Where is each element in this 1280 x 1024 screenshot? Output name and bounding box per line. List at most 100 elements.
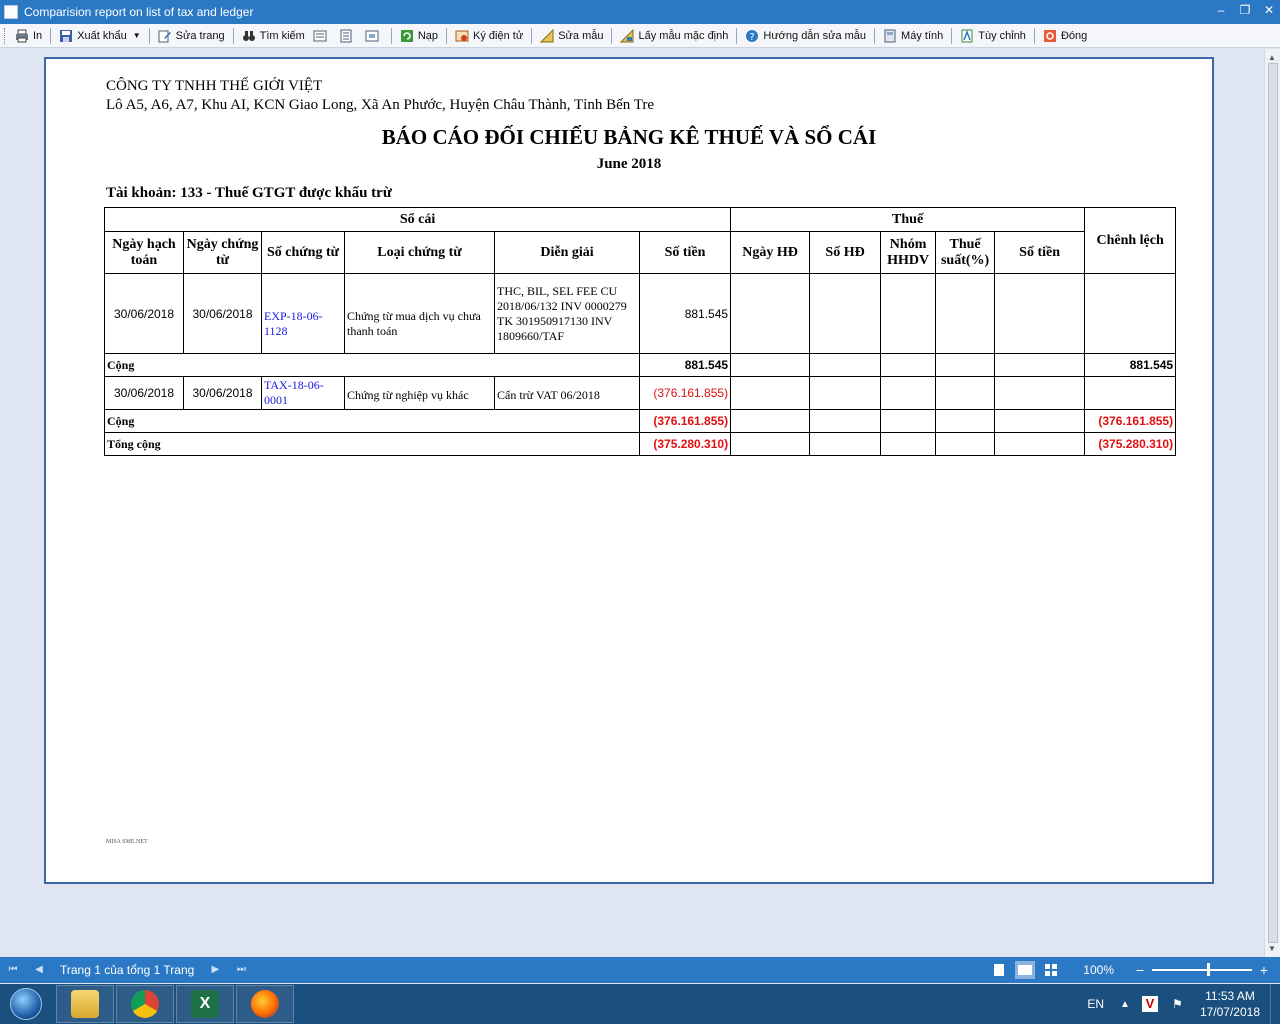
voucher-date-cell: 30/06/2018 bbox=[183, 376, 262, 410]
fit-view-button[interactable] bbox=[361, 26, 387, 46]
last-page-icon[interactable]: ⏭ bbox=[234, 963, 248, 977]
app-icon bbox=[4, 5, 18, 19]
total-row: Tổng cộng (375.280.310) (375.280.310) bbox=[104, 432, 1177, 456]
system-tray: EN ▲ V ⚑ 11:53 AM 17/07/2018 bbox=[1087, 984, 1280, 1024]
start-button[interactable] bbox=[4, 985, 48, 1023]
tax-amount-cell bbox=[994, 273, 1086, 354]
toolbar-separator bbox=[232, 27, 234, 44]
windows-logo-icon bbox=[10, 988, 42, 1020]
show-desktop-button[interactable] bbox=[1270, 984, 1280, 1024]
taskbar-app-explorer[interactable] bbox=[56, 985, 114, 1023]
subtotal-row: Cộng (376.161.855) (376.161.855) bbox=[104, 409, 1177, 433]
page-width-view-button[interactable] bbox=[335, 26, 361, 46]
first-page-icon[interactable]: ⏮ bbox=[6, 963, 20, 977]
close-window-icon[interactable]: ✕ bbox=[1262, 3, 1276, 17]
description-cell: Cấn trừ VAT 06/2018 bbox=[494, 376, 640, 410]
template-help-label: Hướng dẫn sửa mẫu bbox=[763, 29, 867, 42]
edit-page-button[interactable]: Sửa trang bbox=[154, 26, 229, 46]
language-indicator[interactable]: EN bbox=[1087, 997, 1104, 1011]
show-hidden-icons-icon[interactable]: ▲ bbox=[1120, 999, 1130, 1010]
printer-icon bbox=[15, 29, 29, 43]
edit-page-label: Sửa trang bbox=[175, 29, 225, 42]
digital-sign-button[interactable]: Ký điện tử bbox=[451, 26, 527, 46]
report-table: Sổ cái Thuế Chênh lệch Ngày hạch toán Ng… bbox=[103, 207, 1177, 456]
subtotal-row: Cộng 881.545 881.545 bbox=[104, 353, 1177, 377]
digital-sign-icon bbox=[455, 29, 469, 43]
dropdown-arrow-icon[interactable]: ▼ bbox=[133, 31, 141, 40]
template-help-button[interactable]: ? Hướng dẫn sửa mẫu bbox=[741, 26, 870, 46]
toolbar-grip[interactable] bbox=[4, 27, 7, 44]
reload-button[interactable]: Nạp bbox=[396, 26, 442, 46]
voucher-no-link[interactable]: TAX-18-06-0001 bbox=[261, 376, 345, 410]
next-page-icon[interactable]: ▶ bbox=[208, 963, 222, 977]
subtotal-label: Cộng bbox=[104, 353, 640, 377]
header-voucher-date: Ngày chứng từ bbox=[183, 231, 262, 274]
export-button[interactable]: Xuất khẩu ▼ bbox=[55, 26, 144, 46]
default-template-button[interactable]: Lấy mẫu mặc định bbox=[616, 26, 732, 46]
calculator-button[interactable]: Máy tính bbox=[879, 26, 947, 46]
toolbar-separator bbox=[951, 27, 953, 44]
antivirus-icon[interactable]: V bbox=[1141, 996, 1158, 1012]
calculator-label: Máy tính bbox=[901, 29, 944, 42]
voucher-no-link[interactable]: EXP-18-06-1128 bbox=[261, 273, 345, 354]
scroll-thumb[interactable] bbox=[1268, 63, 1278, 943]
edit-template-button[interactable]: Sửa mẫu bbox=[536, 26, 607, 46]
company-address: Lô A5, A6, A7, Khu AI, KCN Giao Long, Xã… bbox=[106, 97, 654, 113]
digital-sign-label: Ký điện tử bbox=[473, 29, 524, 42]
taskbar-app-excel[interactable]: X bbox=[176, 985, 234, 1023]
service-group-cell bbox=[880, 273, 937, 354]
header-ledger-amount: Số tiền bbox=[638, 231, 732, 274]
help-icon: ? bbox=[745, 29, 759, 43]
svg-text:?: ? bbox=[750, 32, 755, 43]
scroll-down-icon[interactable]: ▼ bbox=[1268, 944, 1276, 953]
toolbar-separator bbox=[446, 27, 448, 44]
firefox-icon bbox=[251, 990, 279, 1018]
zoom-slider[interactable] bbox=[1152, 963, 1252, 976]
single-page-view-icon[interactable] bbox=[989, 961, 1010, 979]
toolbar-separator bbox=[50, 27, 52, 44]
ledger-amount-cell: (376.161.855) bbox=[638, 376, 732, 410]
ledger-amount-cell: 881.545 bbox=[638, 273, 732, 354]
vertical-scrollbar[interactable]: ▲ ▼ bbox=[1264, 49, 1280, 957]
total-difference: (375.280.310) bbox=[1084, 432, 1177, 456]
header-voucher-no: Số chứng từ bbox=[261, 231, 345, 274]
zoom-out-icon[interactable]: − bbox=[1134, 962, 1146, 978]
total-amount: (375.280.310) bbox=[638, 432, 732, 456]
multi-page-view-icon[interactable] bbox=[1041, 961, 1062, 979]
clock[interactable]: 11:53 AM 17/07/2018 bbox=[1200, 988, 1260, 1020]
voucher-date-cell: 30/06/2018 bbox=[183, 273, 262, 354]
invoice-date-cell bbox=[730, 273, 811, 354]
account-label: Tài khoản: 133 - Thuế GTGT được khấu trừ bbox=[106, 185, 392, 201]
minimize-icon[interactable]: – bbox=[1214, 3, 1228, 17]
tax-rate-cell bbox=[935, 273, 996, 354]
taskbar: X EN ▲ V ⚑ 11:53 AM 17/07/2018 bbox=[0, 984, 1280, 1024]
scroll-up-icon[interactable]: ▲ bbox=[1268, 53, 1276, 62]
invoice-no-cell bbox=[809, 273, 882, 354]
zoom-in-icon[interactable]: + bbox=[1258, 962, 1270, 978]
subtotal-difference: 881.545 bbox=[1084, 353, 1177, 377]
taskbar-app-firefox[interactable] bbox=[236, 985, 294, 1023]
header-voucher-type: Loại chứng từ bbox=[344, 231, 495, 274]
toolbar-separator bbox=[148, 27, 150, 44]
chrome-icon bbox=[131, 990, 159, 1018]
company-name: CÔNG TY TNHH THẾ GIỚI VIỆT bbox=[106, 78, 323, 94]
calculator-icon bbox=[883, 29, 897, 43]
toolbar-separator bbox=[736, 27, 738, 44]
page-width-view-icon[interactable] bbox=[1015, 961, 1036, 979]
subtotal-amount: (376.161.855) bbox=[638, 409, 732, 433]
print-button[interactable]: In bbox=[11, 26, 46, 46]
zoom-slider-thumb[interactable] bbox=[1207, 963, 1210, 976]
customize-label: Tùy chỉnh bbox=[978, 29, 1026, 42]
table-header-row: Sổ cái Thuế Chênh lệch bbox=[103, 207, 1177, 274]
single-page-view-button[interactable] bbox=[309, 26, 335, 46]
close-report-button[interactable]: Đóng bbox=[1039, 26, 1091, 46]
print-label: In bbox=[33, 29, 43, 42]
customize-button[interactable]: Tùy chỉnh bbox=[956, 26, 1030, 46]
report-title: BÁO CÁO ĐỐI CHIẾU BẢNG KÊ THUẾ VÀ SỔ CÁI bbox=[381, 125, 877, 149]
prev-page-icon[interactable]: ◀ bbox=[32, 963, 46, 977]
taskbar-app-chrome[interactable] bbox=[116, 985, 174, 1023]
action-center-flag-icon[interactable]: ⚑ bbox=[1172, 997, 1186, 1011]
search-button[interactable]: Tìm kiếm bbox=[238, 26, 309, 46]
posting-date-cell: 30/06/2018 bbox=[104, 273, 184, 354]
restore-icon[interactable]: ❐ bbox=[1238, 3, 1252, 17]
